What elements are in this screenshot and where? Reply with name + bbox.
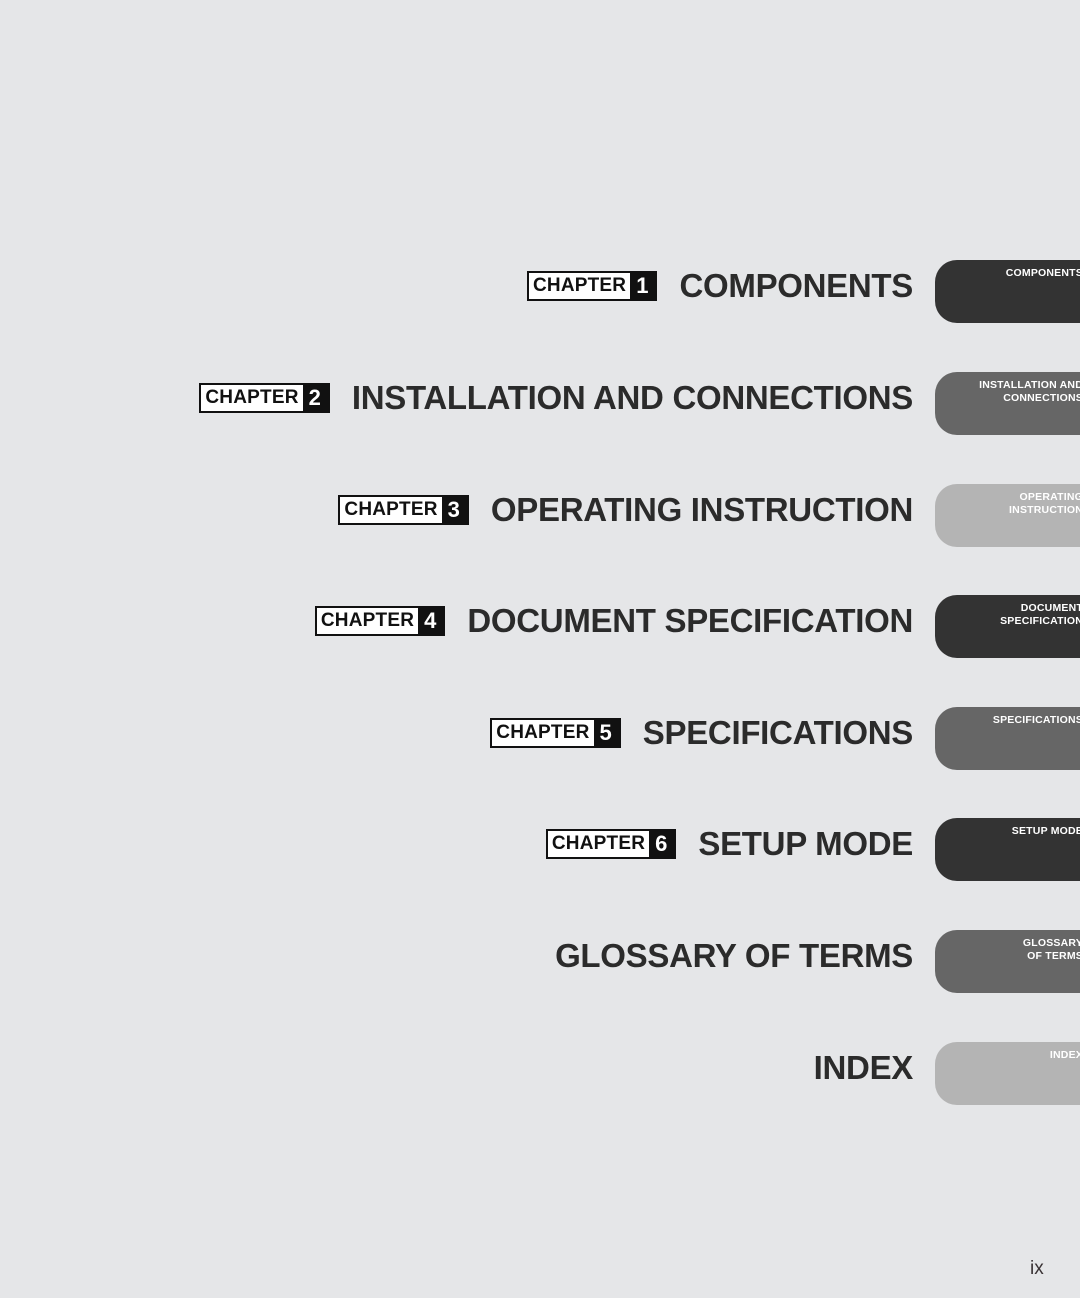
- toc-entry: CHAPTER 4 DOCUMENT SPECIFICATION: [314, 583, 913, 659]
- thumb-tab[interactable]: OPERATING INSTRUCTION: [935, 484, 1080, 547]
- chapter-badge-number: 3: [441, 497, 467, 523]
- chapter-badge-word: CHAPTER: [547, 831, 650, 857]
- toc-entry-title[interactable]: INSTALLATION AND CONNECTIONS: [352, 380, 913, 416]
- toc-entry-title[interactable]: SPECIFICATIONS: [643, 715, 914, 751]
- thumb-tab-label: INDEX: [1049, 1049, 1080, 1061]
- thumb-tab[interactable]: INSTALLATION AND CONNECTIONS: [935, 372, 1080, 435]
- toc-entry: CHAPTER 1 COMPONENTS: [526, 248, 913, 324]
- toc-row[interactable]: CHAPTER 4 DOCUMENT SPECIFICATION DOCUMENT S…: [0, 583, 1080, 659]
- toc-row[interactable]: CHAPTER 1 COMPONENTS COMPONENTS: [0, 248, 1080, 324]
- toc-entry: CHAPTER 3 OPERATING INSTRUCTION: [338, 472, 913, 548]
- chapter-badge-number: 4: [418, 608, 444, 634]
- chapter-badge-word: CHAPTER: [528, 273, 631, 299]
- toc-entry: INDEX: [814, 1030, 914, 1106]
- thumb-tab[interactable]: GLOSSARY OF TERMS: [935, 930, 1080, 993]
- toc-row[interactable]: INDEX INDEX: [0, 1030, 1080, 1106]
- toc-row[interactable]: CHAPTER 3 OPERATING INSTRUCTION OPERATING I…: [0, 472, 1080, 548]
- chapter-badge: CHAPTER 3: [338, 495, 469, 525]
- chapter-badge: CHAPTER 1: [526, 271, 658, 301]
- toc-row[interactable]: CHAPTER 6 SETUP MODE SETUP MODE: [0, 806, 1080, 882]
- toc-entry-title[interactable]: DOCUMENT SPECIFICATION: [467, 603, 913, 639]
- thumb-tab[interactable]: DOCUMENT SPECIFICATION: [935, 595, 1080, 658]
- thumb-tab-label: DOCUMENT SPECIFICATION: [1000, 602, 1080, 627]
- chapter-badge-number: 5: [593, 720, 619, 746]
- thumb-tab-label: OPERATING INSTRUCTION: [1009, 491, 1080, 516]
- thumb-tab-label: COMPONENTS: [1005, 267, 1080, 279]
- thumb-tab[interactable]: SPECIFICATIONS: [935, 707, 1080, 770]
- thumb-tab-label: GLOSSARY OF TERMS: [1022, 937, 1080, 962]
- toc-entry-title[interactable]: OPERATING INSTRUCTION: [491, 492, 913, 528]
- thumb-tab-label: SETUP MODE: [1011, 825, 1080, 837]
- chapter-badge-word: CHAPTER: [201, 385, 303, 411]
- toc-entry-title[interactable]: SETUP MODE: [698, 826, 913, 862]
- toc-entry: CHAPTER 2 INSTALLATION AND CONNECTIONS: [199, 360, 913, 436]
- toc-entry: GLOSSARY OF TERMS: [555, 918, 913, 994]
- toc-entry: CHAPTER 6 SETUP MODE: [545, 806, 913, 882]
- page-number: ix: [1030, 1258, 1044, 1279]
- toc-row[interactable]: GLOSSARY OF TERMS GLOSSARY OF TERMS: [0, 918, 1080, 994]
- chapter-badge-number: 1: [630, 273, 656, 299]
- chapter-badge-word: CHAPTER: [492, 720, 594, 746]
- toc-row[interactable]: CHAPTER 2 INSTALLATION AND CONNECTIONS INST…: [0, 360, 1080, 436]
- toc-row[interactable]: CHAPTER 5 SPECIFICATIONS SPECIFICATIONS: [0, 695, 1080, 771]
- toc-entry: CHAPTER 5 SPECIFICATIONS: [490, 695, 913, 771]
- chapter-badge: CHAPTER 5: [490, 718, 621, 748]
- chapter-badge: CHAPTER 2: [199, 383, 330, 413]
- chapter-badge-number: 2: [302, 385, 328, 411]
- chapter-badge: CHAPTER 6: [545, 829, 677, 859]
- thumb-tab-label: INSTALLATION AND CONNECTIONS: [979, 379, 1080, 404]
- thumb-tab[interactable]: INDEX: [935, 1042, 1080, 1105]
- chapter-badge: CHAPTER 4: [314, 606, 446, 636]
- thumb-tab-label: SPECIFICATIONS: [992, 714, 1080, 726]
- chapter-badge-word: CHAPTER: [340, 497, 442, 523]
- chapter-badge-word: CHAPTER: [316, 608, 419, 634]
- toc-entry-title[interactable]: INDEX: [814, 1050, 914, 1086]
- chapter-badge-number: 6: [649, 831, 675, 857]
- toc-entry-title[interactable]: COMPONENTS: [679, 268, 913, 304]
- toc-entry-title[interactable]: GLOSSARY OF TERMS: [555, 938, 913, 974]
- table-of-contents-page: CHAPTER 1 COMPONENTS COMPONENTS CHAPTER 2 INST…: [0, 0, 1080, 1298]
- thumb-tab[interactable]: SETUP MODE: [935, 818, 1080, 881]
- thumb-tab[interactable]: COMPONENTS: [935, 260, 1080, 323]
